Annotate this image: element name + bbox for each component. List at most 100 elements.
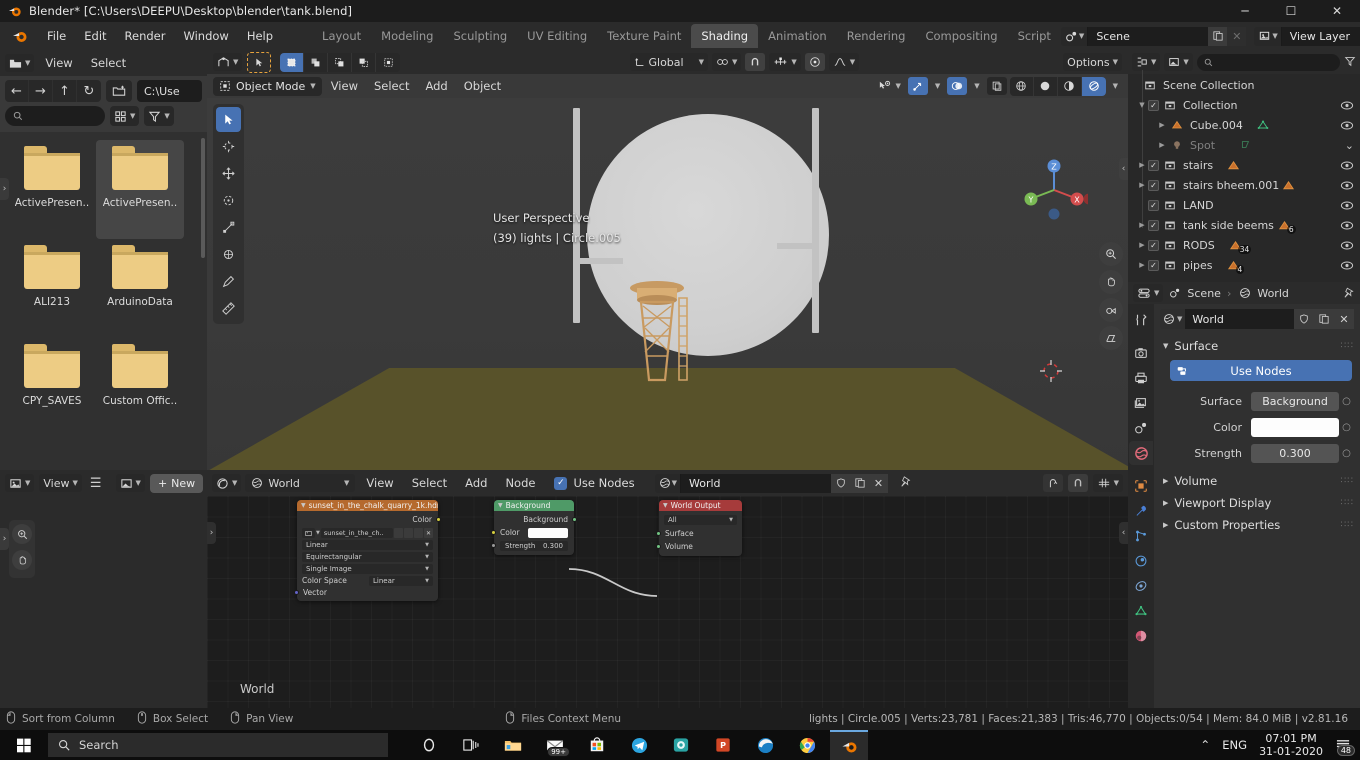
mail-icon[interactable]: 99+	[536, 730, 574, 760]
image-view-menu[interactable]: View ▼	[39, 474, 82, 492]
collection-checkbox[interactable]: ✓	[1148, 259, 1159, 271]
node-colorspace-dropdown[interactable]: Linear ▼	[369, 575, 433, 586]
editor-type-selector[interactable]: ▼	[1132, 53, 1161, 71]
collection-checkbox[interactable]: ✓	[1148, 99, 1159, 111]
outliner-row-scene-collection[interactable]: Scene Collection	[1128, 75, 1360, 95]
file-item[interactable]: ArduinoData	[96, 239, 184, 338]
outliner-row-rods[interactable]: ▶ ✓ RODS 34	[1128, 235, 1360, 255]
back-icon[interactable]: ←	[5, 80, 29, 102]
remove-scene-button[interactable]: ✕	[1227, 26, 1247, 46]
edge-icon[interactable]	[746, 730, 784, 760]
collection-checkbox[interactable]: ✓	[1148, 159, 1159, 171]
world-icon[interactable]: ▼	[654, 473, 681, 493]
shading-material-preview-icon[interactable]	[1058, 76, 1082, 96]
tool-annotate-icon[interactable]	[216, 269, 241, 294]
node-parent-icon[interactable]	[1042, 474, 1063, 492]
menu-render[interactable]: Render	[116, 26, 175, 46]
viewport-menu-view[interactable]: View	[324, 76, 365, 96]
scene-name[interactable]: Scene	[1088, 26, 1209, 46]
viewport-n-panel-toggle[interactable]: ‹	[1119, 158, 1128, 180]
collection-checkbox[interactable]: ✓	[1148, 219, 1159, 231]
node-image-selector[interactable]: ▼ sunset_in_the_ch.. ✕	[297, 526, 438, 539]
image-editor-options-icon[interactable]: ☰	[87, 476, 105, 491]
tab-scene[interactable]	[1129, 416, 1153, 440]
xray-toggle-icon[interactable]	[986, 77, 1007, 95]
magnet-icon[interactable]	[745, 53, 766, 71]
editor-type-selector[interactable]: ▼	[213, 53, 243, 71]
animate-property-icon[interactable]: ○	[1339, 396, 1354, 407]
node-strength-field[interactable]: Strength 0.300	[500, 540, 568, 551]
file-menu-select[interactable]: Select	[84, 53, 133, 73]
node-source-dropdown[interactable]: Single Image ▼	[302, 564, 433, 574]
node-snap-dropdown[interactable]: ▼	[1092, 474, 1123, 492]
forward-icon[interactable]: →	[29, 80, 53, 102]
tool-measure-icon[interactable]	[216, 296, 241, 321]
outliner-row-spot[interactable]: ▶ Spot ⌄	[1128, 135, 1360, 155]
disclosure-triangle-icon[interactable]: ▶	[1156, 141, 1168, 149]
object-mode-dropdown[interactable]: Object Mode ▼	[213, 76, 322, 96]
notifications-icon[interactable]: 48	[1335, 738, 1355, 756]
language-indicator[interactable]: ENG	[1222, 738, 1247, 752]
file-menu-view[interactable]: View	[38, 53, 79, 73]
viewport-menu-add[interactable]: Add	[418, 76, 454, 96]
disclosure-triangle-icon[interactable]: ▶	[1156, 121, 1168, 129]
file-item[interactable]: ActivePresen..	[96, 140, 184, 239]
outliner-row-stairs[interactable]: ▶ ✓ stairs	[1128, 155, 1360, 175]
outliner-row-tank-side-beems[interactable]: ▶ ✓ tank side beems 6	[1128, 215, 1360, 235]
strength-slider[interactable]: 0.300	[1251, 443, 1339, 463]
visibility-eye-icon[interactable]	[1340, 260, 1354, 271]
output-socket-color[interactable]	[436, 517, 441, 522]
select-set-icon[interactable]	[280, 52, 305, 72]
parent-directory-icon[interactable]: ↑	[53, 80, 77, 102]
viewport-menu-object[interactable]: Object	[457, 76, 508, 96]
file-item[interactable]: Custom Offic..	[96, 338, 184, 437]
disclosure-triangle-icon[interactable]: ▶	[1136, 261, 1148, 269]
cortana-icon[interactable]	[410, 730, 448, 760]
properties-breadcrumb-scene[interactable]: Scene	[1187, 287, 1221, 300]
view-layer-name[interactable]: View Layer	[1281, 26, 1360, 46]
shader-menu-view[interactable]: View	[359, 473, 400, 493]
outliner-row-cube-004[interactable]: ▶ Cube.004	[1128, 115, 1360, 135]
navigation-gizmo[interactable]: Z X Y	[1020, 156, 1095, 224]
snap-dropdown[interactable]: ▼	[769, 53, 801, 71]
tab-sculpting[interactable]: Sculpting	[443, 24, 517, 48]
editor-type-selector[interactable]: ▼	[5, 54, 35, 72]
shader-menu-node[interactable]: Node	[498, 473, 542, 493]
tab-view-layer[interactable]	[1129, 391, 1153, 415]
tool-move-icon[interactable]	[216, 161, 241, 186]
file-item[interactable]: ALI213	[8, 239, 96, 338]
node-projection-dropdown[interactable]: Equirectangular ▼	[302, 552, 433, 562]
use-nodes-button[interactable]: Use Nodes	[1170, 360, 1352, 381]
disclosure-triangle-icon[interactable]: ▶	[1136, 181, 1148, 189]
node-interpolation-dropdown[interactable]: Linear ▼	[302, 540, 433, 550]
input-socket-volume[interactable]	[656, 544, 661, 549]
tab-compositing[interactable]: Compositing	[915, 24, 1007, 48]
select-extend-icon[interactable]	[304, 52, 329, 72]
collection-checkbox[interactable]: ✓	[1148, 199, 1159, 211]
file-browser-body[interactable]: › ActivePresen.. ActivePresen.. ALI213 A…	[0, 132, 207, 496]
shader-menu-select[interactable]: Select	[405, 473, 454, 493]
task-view-icon[interactable]	[452, 730, 490, 760]
tab-constraints[interactable]	[1129, 574, 1153, 598]
fake-user-shield-icon[interactable]	[831, 473, 850, 493]
windows-start-icon[interactable]	[0, 730, 48, 760]
zoom-icon[interactable]	[1099, 242, 1123, 266]
shader-type-dropdown[interactable]: World ▼	[245, 474, 356, 492]
visibility-eye-icon[interactable]	[1340, 160, 1354, 171]
outliner-row-stairs-bheem-001[interactable]: ▶ ✓ stairs bheem.001	[1128, 175, 1360, 195]
orthographic-toggle-icon[interactable]	[1099, 326, 1123, 350]
color-swatch[interactable]	[1251, 417, 1339, 437]
panel-header-volume[interactable]: ▶ Volume ∷∷	[1160, 470, 1354, 492]
animate-property-icon[interactable]: ○	[1339, 448, 1354, 459]
display-mode-dropdown[interactable]: ▼	[110, 106, 140, 126]
collection-checkbox[interactable]: ✓	[1148, 179, 1159, 191]
viewport-options-dropdown[interactable]: Options ▼	[1063, 53, 1122, 71]
editor-type-selector[interactable]: ▼	[5, 474, 35, 492]
tab-tool[interactable]	[1129, 308, 1153, 332]
tab-layout[interactable]: Layout	[312, 24, 371, 48]
disclosure-triangle-icon[interactable]: ▼	[1136, 101, 1148, 109]
minimize-button[interactable]: ─	[1222, 0, 1268, 22]
tool-transform-icon[interactable]	[216, 242, 241, 267]
filter-dropdown[interactable]: ▼	[144, 106, 174, 126]
proportional-edit-icon[interactable]	[804, 53, 825, 71]
